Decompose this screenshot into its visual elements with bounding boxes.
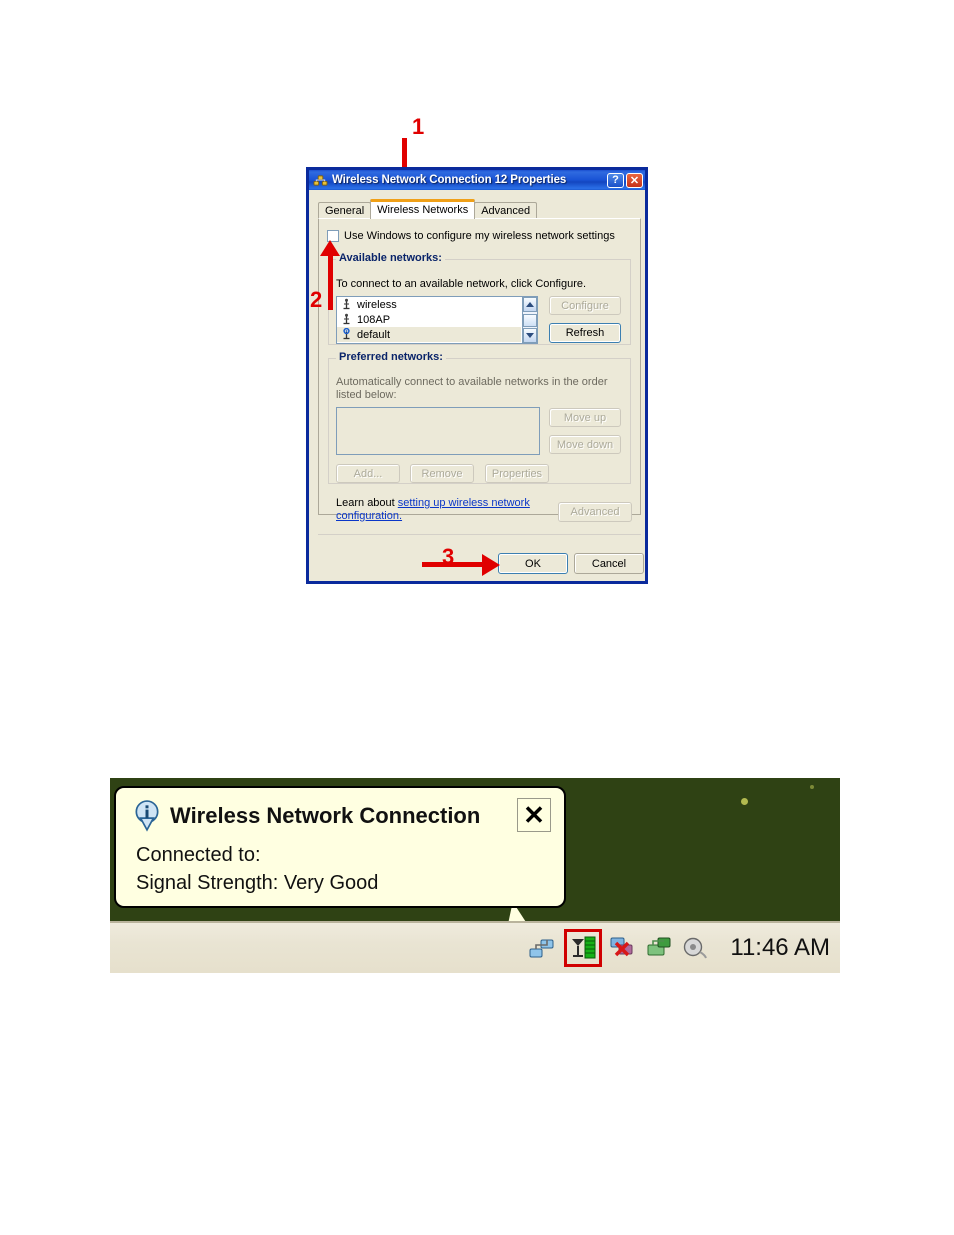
balloon-line-connected-to: Connected to: (136, 844, 261, 866)
annotation-number-2: 2 (310, 287, 323, 312)
footer-separator (318, 534, 641, 535)
listbox-scrollbar[interactable] (522, 297, 537, 343)
list-item[interactable]: 108AP (337, 312, 521, 327)
scrollbar-thumb[interactable] (523, 314, 537, 327)
wireless-signal-tray-icon[interactable] (568, 933, 598, 963)
advanced-button[interactable]: Advanced (558, 502, 632, 522)
list-item-label: default (357, 328, 391, 341)
configure-button[interactable]: Configure (549, 296, 621, 315)
remove-button[interactable]: Remove (410, 464, 474, 483)
balloon-title: Wireless Network Connection (170, 803, 481, 828)
scroll-up-button[interactable] (523, 297, 537, 312)
balloon-close-icon[interactable]: ✕ (517, 798, 551, 832)
wallpaper-speck (741, 798, 748, 805)
desktop-tray-area: Wireless Network Connection ✕ Connected … (110, 778, 840, 973)
available-networks-group-title: Available networks: (336, 252, 445, 264)
safely-remove-hardware-tray-icon[interactable] (644, 933, 674, 963)
access-point-icon (343, 313, 350, 325)
list-item-label: 108AP (357, 313, 391, 326)
access-point-icon (343, 298, 350, 310)
available-networks-hint: To connect to an available network, clic… (336, 278, 587, 290)
system-tray: 11:46 AM (528, 923, 840, 973)
move-up-button[interactable]: Move up (549, 408, 621, 427)
refresh-button[interactable]: Refresh (549, 323, 621, 343)
access-point-active-icon (343, 328, 350, 340)
taskbar[interactable]: 11:46 AM (110, 921, 840, 973)
annotation-number-1: 1 (412, 114, 425, 139)
preferred-networks-hint: Automatically connect to available netwo… (336, 376, 608, 401)
preferred-networks-listbox[interactable] (336, 407, 540, 455)
available-networks-listbox[interactable]: wireless 108AP default (336, 296, 538, 344)
wireless-network-connection-properties-dialog: Wireless Network Connection 12 Propertie… (306, 167, 648, 584)
balloon-line-signal-strength: Signal Strength: Very Good (136, 872, 379, 894)
help-button[interactable]: ? (607, 172, 624, 188)
learn-about-prefix: Learn about (336, 497, 398, 509)
balloon-title-row: Wireless Network Connection (134, 800, 480, 832)
network-disconnected-tray-icon[interactable] (608, 933, 638, 963)
taskbar-clock[interactable]: 11:46 AM (730, 934, 830, 962)
annotation-arrow-3-head (482, 554, 500, 576)
close-icon[interactable]: ✕ (626, 172, 643, 188)
wireless-signal-tray-icon-highlight (564, 929, 603, 967)
scroll-down-button[interactable] (523, 328, 537, 343)
dialog-titlebar[interactable]: Wireless Network Connection 12 Propertie… (309, 170, 645, 190)
list-item[interactable]: wireless (337, 297, 521, 312)
annotation-arrow-3-shaft (422, 562, 484, 567)
tab-strip: General Wireless Networks Advanced (318, 199, 638, 219)
annotation-arrow-2-shaft (328, 255, 333, 310)
dialog-title: Wireless Network Connection 12 Propertie… (332, 174, 567, 186)
tab-wireless-networks[interactable]: Wireless Networks (370, 199, 476, 219)
wallpaper-speck (810, 785, 814, 789)
learn-about-text: Learn about setting up wireless network … (336, 497, 541, 523)
tab-advanced[interactable]: Advanced (474, 202, 538, 219)
list-item[interactable]: default (337, 327, 521, 342)
use-windows-checkbox-label: Use Windows to configure my wireless net… (344, 230, 615, 242)
ok-button[interactable]: OK (498, 553, 568, 574)
add-button[interactable]: Add... (336, 464, 400, 483)
titlebar-buttons: ? ✕ (607, 172, 643, 188)
annotation-arrow-2-head (320, 240, 340, 256)
cancel-button[interactable]: Cancel (574, 553, 644, 574)
info-icon (135, 800, 159, 832)
properties-button[interactable]: Properties (485, 464, 549, 483)
network-connection-icon (313, 174, 328, 186)
move-down-button[interactable]: Move down (549, 435, 621, 454)
list-item-label: wireless (357, 298, 397, 311)
wireless-notification-balloon: Wireless Network Connection ✕ Connected … (114, 786, 566, 908)
tab-general[interactable]: General (318, 202, 372, 219)
preferred-networks-group-title: Preferred networks: (336, 351, 446, 363)
volume-tray-icon[interactable] (680, 933, 710, 963)
use-windows-checkbox-row[interactable]: Use Windows to configure my wireless net… (327, 230, 615, 242)
network-connection-tray-icon[interactable] (528, 933, 558, 963)
